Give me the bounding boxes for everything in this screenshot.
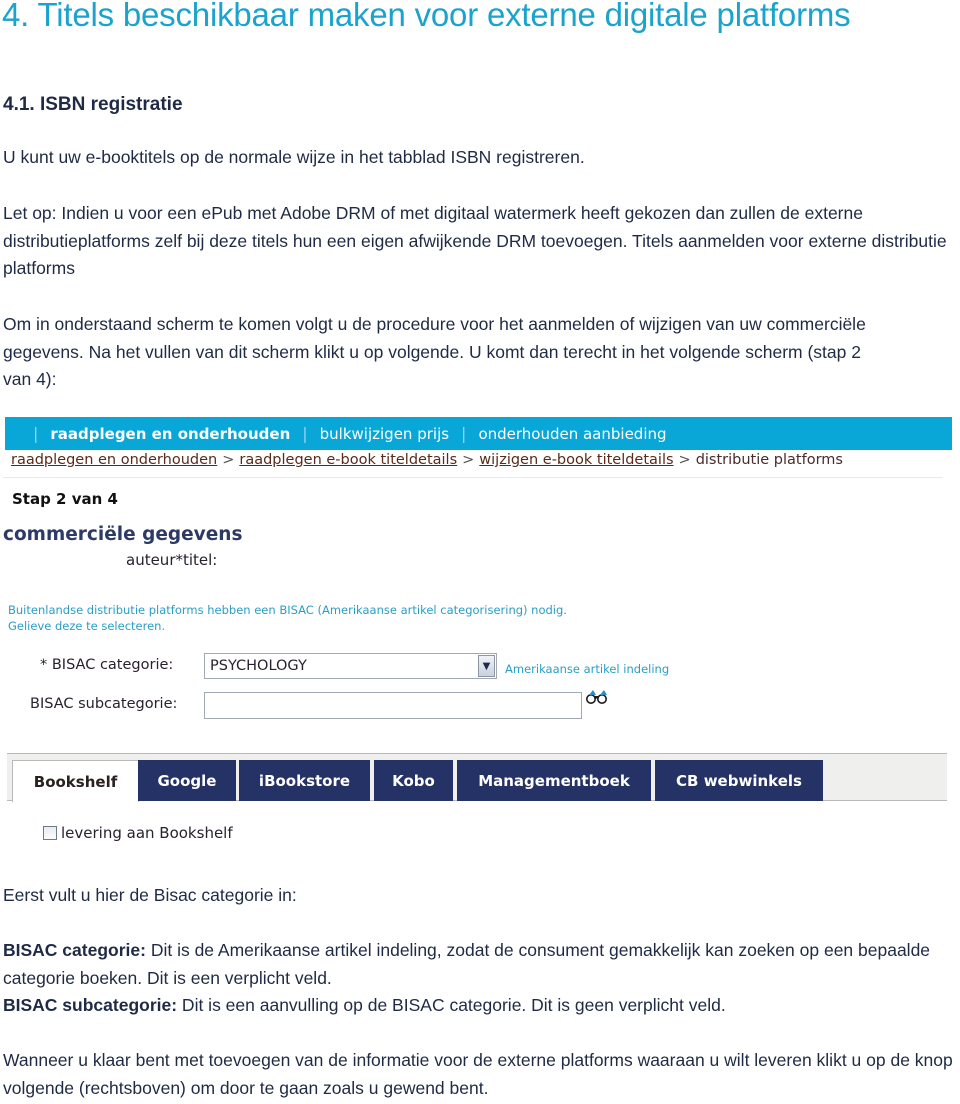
nav-separator: | (33, 424, 39, 443)
breadcrumb-separator: > (222, 452, 235, 468)
bisac-subcategory-label: BISAC subcategorie: (30, 696, 178, 712)
term-bisac-subcategory: BISAC subcategorie: (3, 995, 178, 1015)
bisac-category-value: PSYCHOLOGY (210, 658, 307, 674)
breadcrumb-link-raadplegen[interactable]: raadplegen en onderhouden (11, 452, 217, 468)
page-heading: 4. Titels beschikbaar maken voor externe… (2, 0, 851, 33)
paragraph-bisac-category: BISAC categorie: Dit is de Amerikaanse a… (3, 937, 953, 992)
chevron-down-icon[interactable]: ▼ (478, 655, 495, 677)
platform-tabs: Bookshelf Google iBookstore Kobo Managem… (7, 753, 947, 802)
paragraph-finish: Wanneer u klaar bent met toevoegen van d… (3, 1050, 953, 1098)
term-bisac-category: BISAC categorie: (3, 940, 146, 960)
nav-separator: | (461, 424, 467, 443)
tab-kobo[interactable]: Kobo (374, 760, 453, 801)
definition-bisac-subcategory: Dit is een aanvulling op de BISAC catego… (177, 995, 726, 1015)
tab-ibookstore[interactable]: iBookstore (239, 760, 370, 801)
form-section-title: commerciële gegevens (3, 524, 243, 545)
step-indicator: Stap 2 van 4 (12, 490, 118, 508)
paragraph-procedure: Om in onderstaand scherm te komen volgt … (3, 314, 866, 389)
paragraph-bisac-subcategory: BISAC subcategorie: Dit is een aanvullin… (3, 992, 953, 1020)
breadcrumb-separator: > (678, 452, 691, 468)
bisac-category-hint: Amerikaanse artikel indeling (505, 662, 670, 676)
nav-separator: | (302, 424, 308, 443)
breadcrumb-link-titeldetails[interactable]: raadplegen e-book titeldetails (239, 452, 457, 468)
bisac-info-line: Gelieve deze te selecteren. (8, 619, 166, 633)
breadcrumb: raadplegen en onderhouden > raadplegen e-b… (11, 452, 843, 468)
divider (3, 477, 943, 478)
auteur-titel-label: auteur*titel: (126, 551, 218, 569)
paragraph-drm-note: Let op: Indien u voor een ePub met Adobe… (3, 203, 947, 278)
section-heading: 4.1. ISBN registratie (3, 94, 183, 115)
levering-checkbox-row: levering aan Bookshelf (43, 824, 233, 842)
bisac-subcategory-input[interactable] (204, 692, 582, 719)
top-navigation-bar: | raadplegen en onderhouden | bulkwijzig… (5, 417, 952, 450)
nav-item-raadplegen[interactable]: raadplegen en onderhouden (50, 425, 290, 443)
binoculars-search-icon[interactable] (585, 688, 611, 704)
bisac-category-label: * BISAC categorie: (40, 657, 174, 673)
tab-bookshelf[interactable]: Bookshelf (12, 760, 139, 802)
paragraph-bisac-intro: Eerst vult u hier de Bisac categorie in: (3, 885, 297, 905)
breadcrumb-separator: > (462, 452, 475, 468)
nav-item-aanbieding[interactable]: onderhouden aanbieding (478, 425, 666, 443)
breadcrumb-current: distributie platforms (695, 452, 843, 468)
levering-checkbox-label: levering aan Bookshelf (61, 824, 233, 842)
tab-managementboek[interactable]: Managementboek (457, 760, 651, 801)
levering-checkbox[interactable] (43, 826, 57, 840)
tab-google[interactable]: Google (138, 760, 236, 801)
paragraph-isbn: U kunt uw e-booktitels op de normale wij… (3, 147, 585, 167)
tab-cb-webwinkels[interactable]: CB webwinkels (655, 760, 823, 801)
bisac-info-line: Buitenlandse distributie platforms hebbe… (8, 603, 567, 617)
breadcrumb-link-wijzigen[interactable]: wijzigen e-book titeldetails (479, 452, 673, 468)
bisac-info-text: Buitenlandse distributie platforms hebbe… (8, 602, 567, 634)
nav-item-bulkwijzigen[interactable]: bulkwijzigen prijs (320, 425, 449, 443)
bisac-category-select[interactable]: PSYCHOLOGY ▼ (204, 653, 497, 679)
